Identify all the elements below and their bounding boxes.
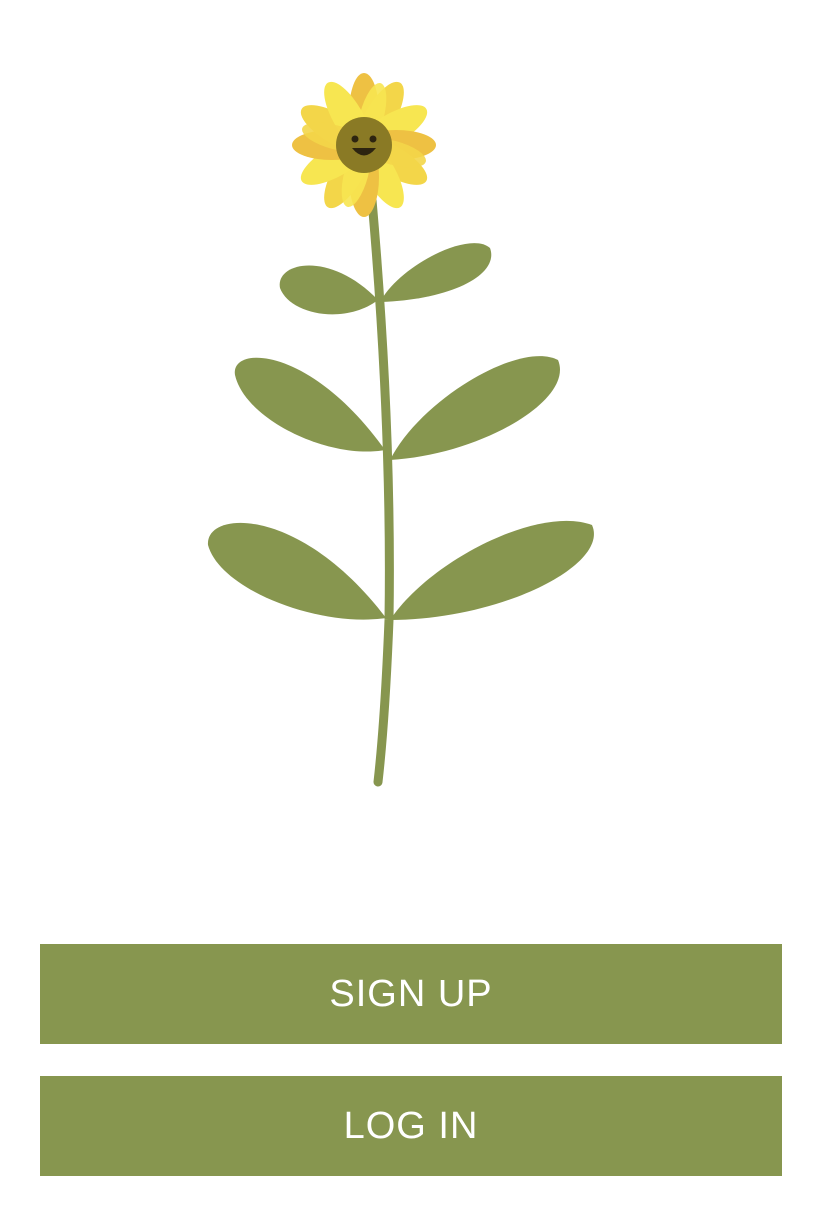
- log-in-button[interactable]: LOG IN: [40, 1076, 782, 1176]
- right-eye: [369, 135, 377, 143]
- leaf-bottom-left: [207, 522, 386, 620]
- sunflower-illustration: [207, 73, 594, 787]
- flower-head: [292, 73, 436, 217]
- flower-face: [336, 117, 392, 173]
- leaf-top-right: [380, 243, 492, 302]
- left-eye: [351, 135, 359, 143]
- leaf-top-left: [279, 265, 378, 315]
- leaves: [207, 243, 594, 620]
- leaf-mid-left: [234, 357, 385, 452]
- leaf-bottom-right: [390, 520, 594, 620]
- sign-up-button[interactable]: SIGN UP: [40, 944, 782, 1044]
- leaf-mid-right: [390, 356, 560, 460]
- stem: [367, 195, 394, 787]
